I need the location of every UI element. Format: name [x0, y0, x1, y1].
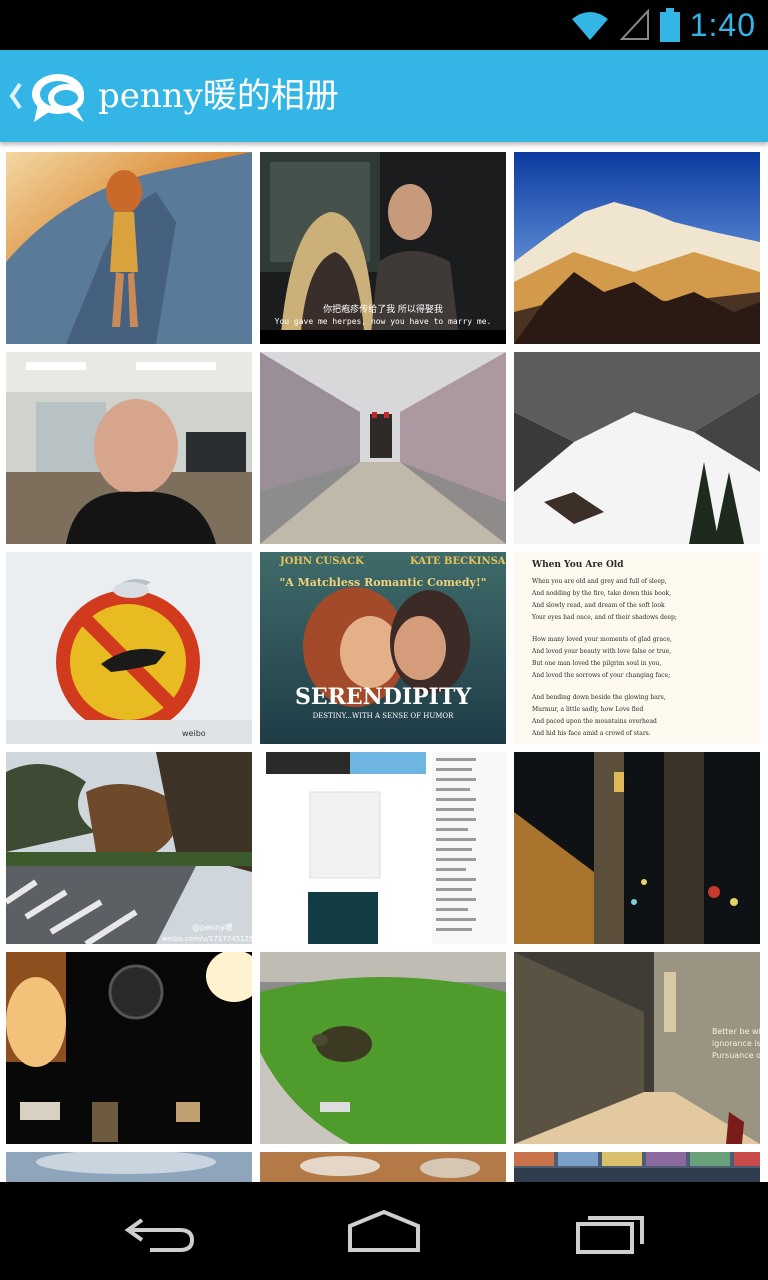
action-bar: penny暖的相册	[0, 50, 768, 142]
home-icon[interactable]	[344, 1206, 424, 1256]
poster-title: SERENDIPITY	[295, 684, 471, 710]
poem-line: Murmur, a little sadly, how Love fled	[532, 706, 644, 713]
poem-line: And paced upon the mountains overhead	[532, 718, 657, 725]
subtitle-cn: 你把疱疹传给了我 所以得娶我	[323, 303, 443, 315]
photo-thumbnail[interactable]	[6, 152, 252, 344]
poem-line: And slowly read, and dream of the soft l…	[532, 602, 665, 609]
subtitle-en: You gave me herpes, now you have to marr…	[275, 317, 492, 326]
photo-grid: 你把疱疹传给了我 所以得娶我 You gave me herpes, now y…	[6, 152, 760, 1182]
clock: 1:40	[689, 6, 756, 43]
poem-title: When You Are Old	[532, 560, 624, 570]
chat-bubbles-icon[interactable]	[28, 70, 88, 124]
poem-line: And loved the sorrows of your changing f…	[532, 672, 671, 679]
watermark-name: @penny暖	[192, 923, 233, 932]
photo-thumbnail[interactable]	[514, 752, 760, 944]
poem-line: But one man loved the pilgrim soul in yo…	[532, 660, 662, 667]
poem-line: When you are old and grey and full of sl…	[532, 578, 667, 585]
poster-actor-left: JOHN CUSACK	[279, 556, 364, 567]
photo-thumbnail[interactable]: weibo	[6, 552, 252, 744]
up-caret-icon[interactable]	[6, 78, 26, 114]
poem-line: How many loved your moments of glad grac…	[532, 636, 672, 643]
photo-grid-scroll[interactable]: 你把疱疹传给了我 所以得娶我 You gave me herpes, now y…	[0, 146, 768, 1182]
poem-line: Your eyes had once, and of their shadows…	[532, 614, 677, 621]
photo-thumbnail[interactable]	[6, 952, 252, 1144]
photo-thumbnail[interactable]	[260, 752, 506, 944]
photo-thumbnail[interactable]	[514, 152, 760, 344]
wall-text: ignorance is the	[712, 1039, 760, 1048]
poem-line: And loved your beauty with love false or…	[532, 648, 672, 655]
battery-icon	[659, 8, 680, 42]
photo-thumbnail[interactable]	[260, 352, 506, 544]
poster-subtitle: DESTINY...WITH A SENSE OF HUMOR	[313, 712, 455, 720]
wall-text: Better be with	[712, 1027, 760, 1036]
watermark-url: weibo.com/u/1717745125	[162, 935, 252, 943]
photo-thumbnail[interactable]	[260, 1152, 506, 1182]
poem-line: And bending down beside the glowing bars…	[532, 694, 666, 701]
wall-text: Pursuance of ele	[712, 1051, 760, 1060]
poster-actor-right: KATE BECKINSALE	[410, 556, 506, 567]
photo-thumbnail[interactable]: @penny暖 weibo.com/u/1717745125	[6, 752, 252, 944]
poem-line: And nodding by the fire, take down this …	[532, 590, 671, 597]
back-icon[interactable]	[120, 1206, 200, 1256]
wifi-icon	[571, 12, 608, 40]
photo-thumbnail[interactable]: JOHN CUSACK KATE BECKINSALE "A Matchless…	[260, 552, 506, 744]
photo-thumbnail[interactable]	[514, 352, 760, 544]
status-bar: 1:40	[0, 0, 768, 50]
photo-thumbnail[interactable]: When You Are Old When you are old and gr…	[514, 552, 760, 744]
photo-thumbnail[interactable]: Better be with ignorance is the Pursuanc…	[514, 952, 760, 1144]
cell-signal-icon	[619, 9, 649, 40]
photo-thumbnail[interactable]	[6, 1152, 252, 1182]
photo-thumbnail[interactable]: 你把疱疹传给了我 所以得娶我 You gave me herpes, now y…	[260, 152, 506, 344]
poster-tagline: "A Matchless Romantic Comedy!"	[280, 576, 487, 589]
photo-thumbnail[interactable]	[6, 352, 252, 544]
photo-thumbnail[interactable]	[514, 1152, 760, 1182]
recent-apps-icon[interactable]	[572, 1206, 652, 1256]
album-title: penny暖的相册	[98, 76, 339, 116]
photo-thumbnail[interactable]	[260, 952, 506, 1144]
poem-line: And hid his face amid a crowd of stars.	[532, 730, 651, 737]
navigation-bar	[0, 1182, 768, 1280]
weibo-watermark: weibo	[182, 729, 206, 738]
